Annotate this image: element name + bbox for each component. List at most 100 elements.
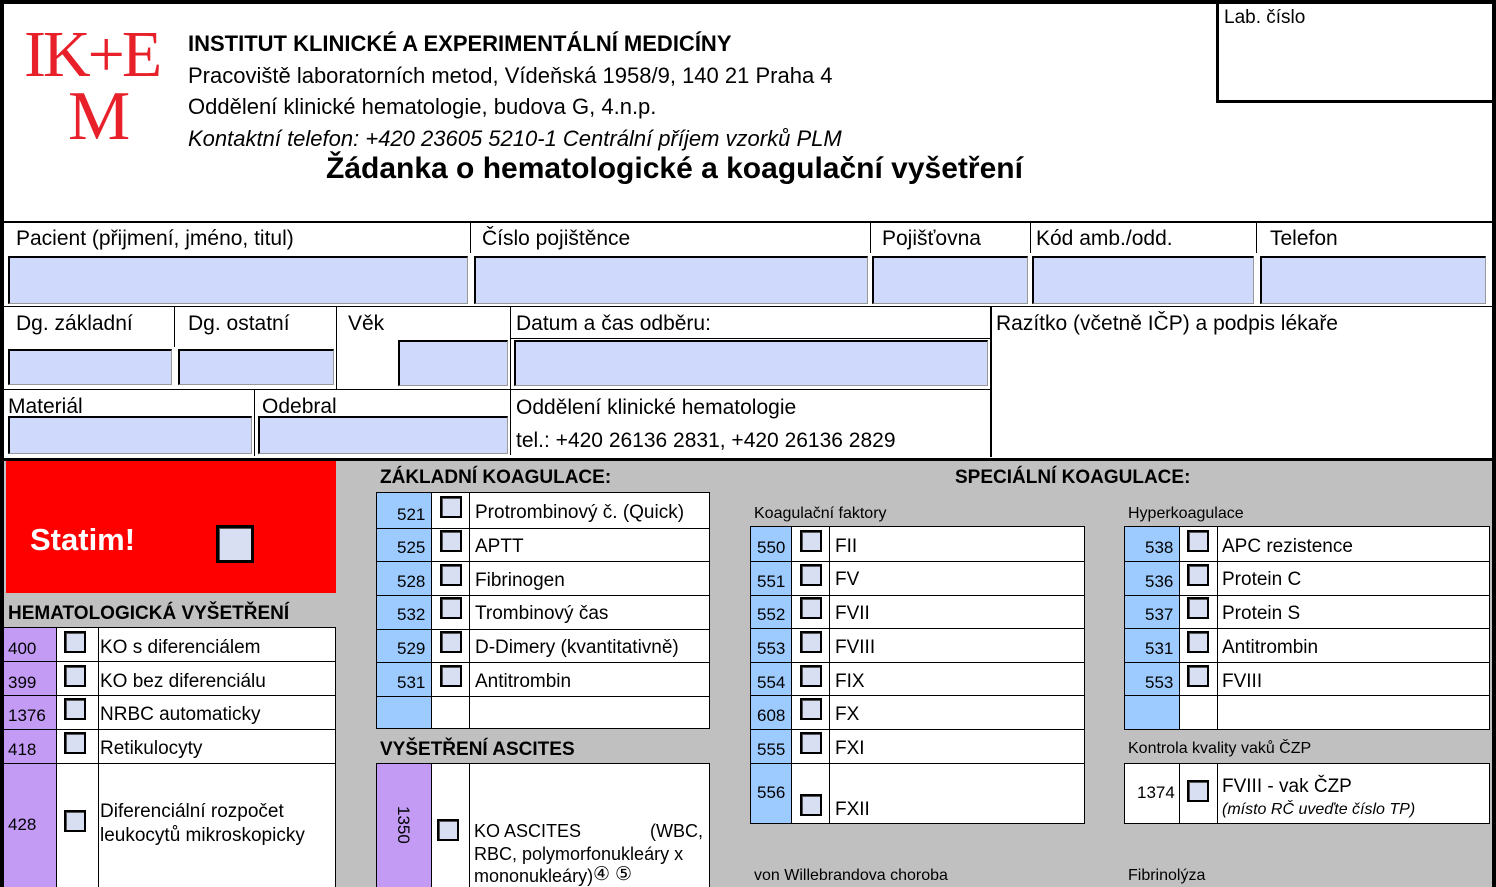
row-sep bbox=[377, 629, 709, 630]
statim-checkbox[interactable] bbox=[216, 525, 254, 563]
sep bbox=[829, 527, 830, 823]
hem-code-399: 399 bbox=[8, 673, 37, 692]
phone-input[interactable] bbox=[1260, 256, 1486, 304]
ascites-code: 1350 bbox=[394, 806, 413, 844]
datetime-input[interactable] bbox=[514, 340, 988, 386]
factor-checkbox-552[interactable] bbox=[800, 597, 822, 619]
hyper-label-537: Protein S bbox=[1222, 603, 1301, 624]
ikem-logo: IK+E M bbox=[24, 20, 170, 152]
age-input[interactable] bbox=[398, 340, 508, 386]
ascites-marker-4: ④ bbox=[593, 864, 611, 885]
insurance-number-input[interactable] bbox=[474, 256, 868, 304]
factor-label-555: FXI bbox=[835, 738, 865, 759]
sep bbox=[431, 764, 432, 887]
bc-code-525: 525 bbox=[397, 538, 426, 557]
dg-other-input[interactable] bbox=[178, 349, 334, 385]
department-phone: tel.: +420 26136 2831, +420 26136 2829 bbox=[516, 429, 896, 452]
sep bbox=[98, 628, 99, 887]
lab-number-box[interactable]: Lab. číslo bbox=[1216, 0, 1494, 103]
hyper-checkbox-531[interactable] bbox=[1187, 631, 1209, 653]
qc-checkbox[interactable] bbox=[1187, 780, 1209, 802]
factor-checkbox-554[interactable] bbox=[800, 665, 822, 687]
hematology-title: HEMATOLOGICKÁ VYŠETŘENÍ bbox=[8, 603, 290, 624]
ascites-title: VYŠETŘENÍ ASCITES bbox=[380, 739, 575, 760]
factor-checkbox-555[interactable] bbox=[800, 732, 822, 754]
hem-label-1376: NRBC automaticky bbox=[100, 704, 261, 725]
insurer-label: Pojišťovna bbox=[882, 227, 981, 250]
frame-right bbox=[1492, 0, 1496, 887]
bc-label-525: APTT bbox=[475, 536, 524, 557]
sep bbox=[791, 527, 792, 823]
hem-checkbox-428[interactable] bbox=[64, 810, 86, 832]
lab-number-label: Lab. číslo bbox=[1224, 7, 1306, 28]
vwd-title: von Willebrandova choroba bbox=[754, 867, 948, 884]
patient-name-input[interactable] bbox=[8, 256, 468, 304]
hem-checkbox-418[interactable] bbox=[64, 732, 86, 754]
insurer-input[interactable] bbox=[872, 256, 1028, 304]
sep bbox=[254, 390, 255, 456]
bc-checkbox-532[interactable] bbox=[440, 597, 462, 619]
factor-checkbox-550[interactable] bbox=[800, 530, 822, 552]
hem-checkbox-399[interactable] bbox=[64, 665, 86, 687]
factor-code-556: 556 bbox=[757, 783, 786, 802]
bc-checkbox-525[interactable] bbox=[440, 530, 462, 552]
material-input[interactable] bbox=[8, 416, 252, 454]
sep bbox=[336, 307, 337, 389]
hem-code-418: 418 bbox=[8, 740, 37, 759]
row-sep bbox=[4, 695, 336, 696]
patient-name-label: Pacient (přijmení, jméno, titul) bbox=[16, 227, 294, 250]
bc-code-532: 532 bbox=[397, 605, 426, 624]
hem-label-418: Retikulocyty bbox=[100, 738, 203, 759]
sep bbox=[470, 223, 471, 253]
sep bbox=[174, 307, 175, 347]
row-sep bbox=[751, 561, 1084, 562]
datetime-label: Datum a čas odběru: bbox=[516, 312, 711, 335]
bc-checkbox-528[interactable] bbox=[440, 564, 462, 586]
hyper-checkbox-553[interactable] bbox=[1187, 665, 1209, 687]
hem-checkbox-1376[interactable] bbox=[64, 698, 86, 720]
row-sep bbox=[377, 662, 709, 663]
hyper-checkbox-536[interactable] bbox=[1187, 564, 1209, 586]
bc-checkbox-521[interactable] bbox=[440, 496, 462, 518]
collected-by-input[interactable] bbox=[258, 416, 508, 454]
qc-note: (místo RČ uveďte číslo TP) bbox=[1222, 801, 1416, 818]
ascites-label-2: RBC, polymorfonukleáry x bbox=[474, 844, 684, 864]
factor-checkbox-556[interactable] bbox=[800, 794, 822, 816]
factor-label-556: FXII bbox=[835, 799, 870, 820]
bc-label-521: Protrombinový č. (Quick) bbox=[475, 502, 685, 523]
factor-checkbox-608[interactable] bbox=[800, 698, 822, 720]
divider bbox=[0, 306, 1496, 307]
factor-checkbox-551[interactable] bbox=[800, 564, 822, 586]
collected-by-label: Odebral bbox=[262, 395, 337, 418]
row-sep bbox=[377, 595, 709, 596]
row-sep bbox=[377, 696, 709, 697]
hyper-checkbox-538[interactable] bbox=[1187, 530, 1209, 552]
factor-checkbox-553[interactable] bbox=[800, 631, 822, 653]
material-label: Materiál bbox=[8, 395, 83, 418]
ascites-checkbox[interactable] bbox=[437, 819, 459, 841]
ascites-marker-5: ⑤ bbox=[615, 864, 633, 885]
sep bbox=[1179, 764, 1180, 823]
request-form: { "header": { "logo_text": "IKEM", "logo… bbox=[0, 0, 1496, 887]
hyper-checkbox-537[interactable] bbox=[1187, 597, 1209, 619]
sep bbox=[1030, 223, 1031, 253]
hyper-label-536: Protein C bbox=[1222, 569, 1302, 590]
row-sep bbox=[751, 662, 1084, 663]
hem-checkbox-400[interactable] bbox=[64, 631, 86, 653]
dg-main-label: Dg. základní bbox=[16, 312, 133, 335]
bc-label-532: Trombinový čas bbox=[475, 603, 609, 624]
hyper-label-531: Antitrombin bbox=[1222, 637, 1319, 658]
bc-checkbox-531[interactable] bbox=[440, 665, 462, 687]
qc-title: Kontrola kvality vaků ČZP bbox=[1128, 740, 1312, 757]
bc-checkbox-529[interactable] bbox=[440, 631, 462, 653]
ascites-label-3: mononukleáry) bbox=[474, 866, 594, 886]
dg-main-input[interactable] bbox=[8, 349, 172, 385]
hyper-title: Hyperkoagulace bbox=[1128, 505, 1244, 522]
factor-code-552: 552 bbox=[757, 605, 786, 624]
ward-code-input[interactable] bbox=[1032, 256, 1254, 304]
sep bbox=[990, 307, 992, 457]
factor-label-551: FV bbox=[835, 569, 860, 590]
bc-code-528: 528 bbox=[397, 572, 426, 591]
row-sep bbox=[1125, 662, 1489, 663]
factor-label-550: FII bbox=[835, 536, 858, 557]
